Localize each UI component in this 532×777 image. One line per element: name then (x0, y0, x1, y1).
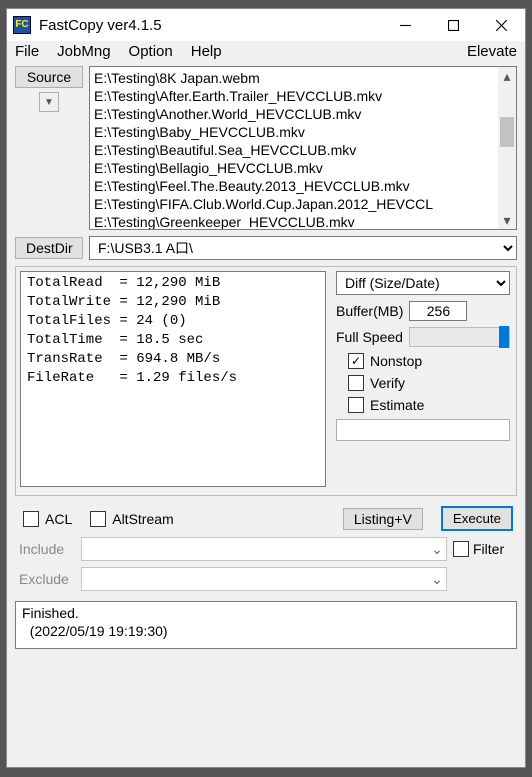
scroll-thumb[interactable] (500, 117, 514, 147)
checkbox-icon: ✓ (348, 353, 364, 369)
source-list[interactable]: E:\Testing\8K Japan.webm E:\Testing\Afte… (89, 66, 517, 230)
filter-label: Filter (473, 541, 504, 557)
menu-option[interactable]: Option (129, 43, 173, 60)
minimize-button[interactable] (381, 10, 429, 40)
acl-checkbox[interactable]: ACL (23, 511, 72, 527)
destdir-combo[interactable]: F:\USB3.1 A口\ (89, 236, 517, 260)
listing-button[interactable]: Listing+V (343, 508, 423, 530)
nonstop-checkbox[interactable]: ✓ Nonstop (348, 353, 510, 369)
exclude-combo[interactable]: ⌄ (81, 567, 447, 591)
titlebar: FC FastCopy ver4.1.5 (7, 9, 525, 41)
speed-slider[interactable] (409, 327, 510, 347)
altstream-checkbox[interactable]: AltStream (90, 511, 173, 527)
estimate-label: Estimate (370, 397, 424, 413)
destdir-button[interactable]: DestDir (15, 237, 83, 259)
scroll-down-icon[interactable]: ▾ (498, 211, 516, 229)
mode-select[interactable]: Diff (Size/Date) (336, 271, 510, 295)
chevron-down-icon: ⌄ (428, 568, 446, 590)
checkbox-icon (23, 511, 39, 527)
maximize-button[interactable] (429, 10, 477, 40)
altstream-label: AltStream (112, 511, 173, 527)
source-button[interactable]: Source (15, 66, 83, 88)
verify-label: Verify (370, 375, 405, 391)
execute-button[interactable]: Execute (441, 506, 513, 531)
include-label: Include (19, 541, 75, 557)
exclude-label: Exclude (19, 571, 75, 587)
fullspeed-label: Full Speed (336, 329, 403, 345)
checkbox-icon (348, 397, 364, 413)
nonstop-label: Nonstop (370, 353, 422, 369)
include-combo[interactable]: ⌄ (81, 537, 447, 561)
source-history-dropdown[interactable]: ▼ (39, 92, 59, 112)
job-dropdown[interactable] (336, 419, 510, 441)
menubar: File JobMng Option Help Elevate (7, 41, 525, 62)
buffer-input[interactable] (409, 301, 467, 321)
chevron-down-icon: ⌄ (428, 538, 446, 560)
slider-knob[interactable] (499, 326, 509, 348)
close-button[interactable] (477, 10, 525, 40)
window-title: FastCopy ver4.1.5 (39, 17, 162, 34)
filter-checkbox[interactable] (453, 541, 469, 557)
checkbox-icon (90, 511, 106, 527)
verify-checkbox[interactable]: Verify (348, 375, 510, 391)
menu-file[interactable]: File (15, 43, 39, 60)
acl-label: ACL (45, 511, 72, 527)
checkbox-icon (348, 375, 364, 391)
source-scrollbar[interactable]: ▴ ▾ (498, 67, 516, 229)
menu-elevate[interactable]: Elevate (467, 43, 517, 60)
app-window: FC FastCopy ver4.1.5 File JobMng Option … (6, 8, 526, 768)
estimate-checkbox[interactable]: Estimate (348, 397, 510, 413)
app-icon: FC (13, 16, 31, 34)
scroll-up-icon[interactable]: ▴ (498, 67, 516, 85)
status-box: Finished. (2022/05/19 19:19:30) (15, 601, 517, 649)
buffer-label: Buffer(MB) (336, 303, 403, 319)
source-list-text: E:\Testing\8K Japan.webm E:\Testing\Afte… (94, 69, 512, 230)
menu-help[interactable]: Help (191, 43, 222, 60)
menu-jobmng[interactable]: JobMng (57, 43, 110, 60)
stats-box: TotalRead = 12,290 MiB TotalWrite = 12,2… (20, 271, 326, 487)
